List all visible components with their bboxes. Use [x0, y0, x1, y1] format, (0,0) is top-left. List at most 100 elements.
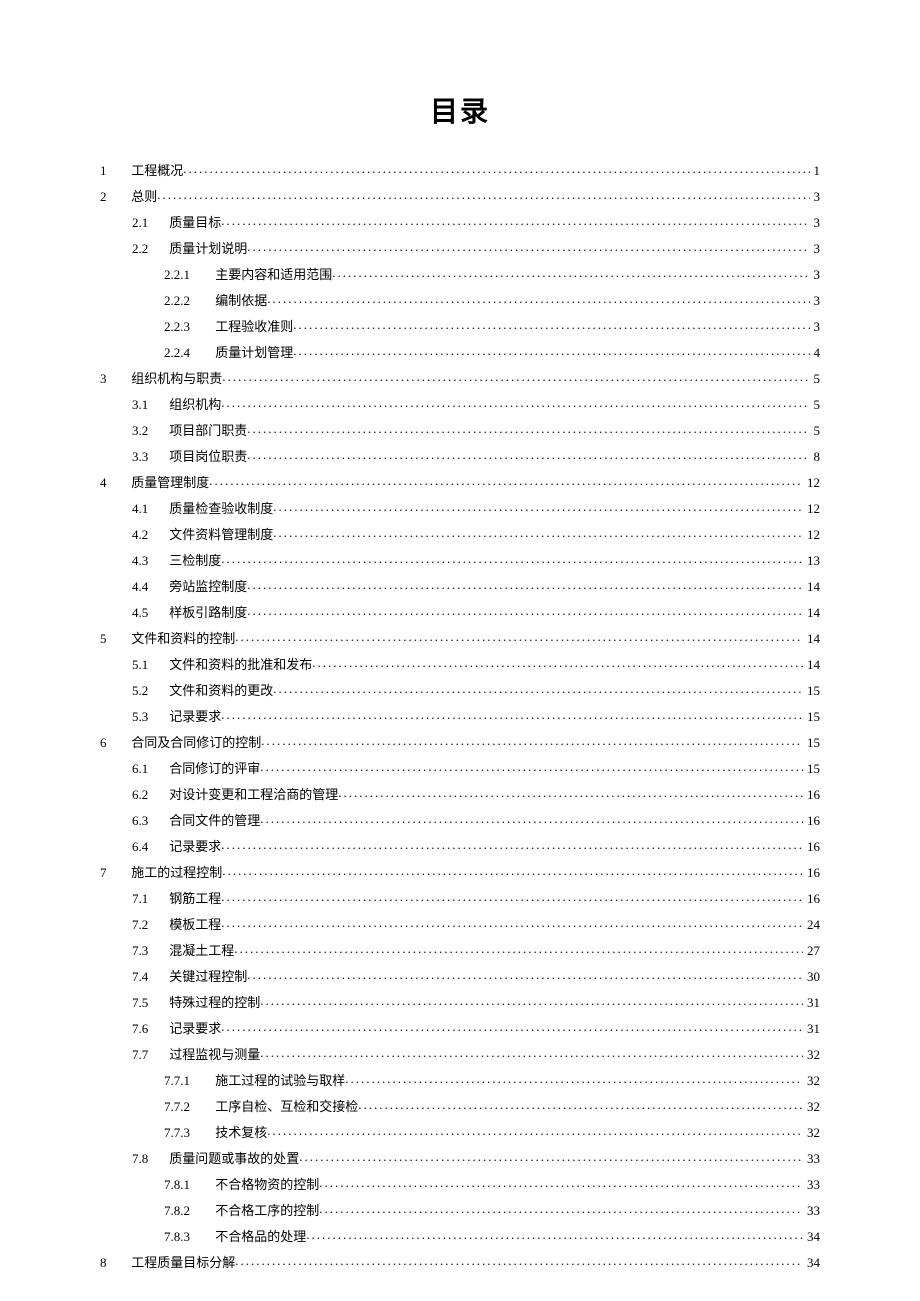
toc-entry-text: 混凝土工程 — [166, 943, 234, 958]
toc-entry-label: 5.1 文件和资料的批准和发布 — [132, 658, 312, 671]
toc-entry-label: 6 合同及合同修订的控制 — [100, 736, 261, 749]
toc-entry-label: 4.3 三检制度 — [132, 554, 221, 567]
toc-entry-text: 组织机构 — [166, 397, 221, 412]
toc-entry-number: 6.2 — [132, 788, 166, 801]
toc-entry-number: 7.7.2 — [164, 1100, 212, 1113]
toc-entry-text: 组织机构与职责 — [128, 371, 222, 386]
document-page: 目录 1 工程概况12 总则32.1 质量目标32.2 质量计划说明32.2.1… — [0, 0, 920, 1301]
toc-entry-page: 15 — [803, 736, 820, 749]
toc-entry: 3.2 项目部门职责5 — [100, 422, 820, 437]
toc-entry-text: 工程验收准则 — [212, 319, 293, 334]
toc-entry-number: 7.1 — [132, 892, 166, 905]
toc-entry: 3.1 组织机构5 — [100, 396, 820, 411]
toc-entry: 4 质量管理制度12 — [100, 474, 820, 489]
toc-entry-number: 7.7.3 — [164, 1126, 212, 1139]
toc-entry-number: 7.8.2 — [164, 1204, 212, 1217]
toc-entry-text: 施工的过程控制 — [128, 865, 222, 880]
toc-entry: 7.8.1 不合格物资的控制33 — [100, 1176, 820, 1191]
toc-leader-dots — [358, 1098, 803, 1111]
toc-entry-page: 33 — [803, 1152, 820, 1165]
toc-entry-page: 3 — [810, 242, 821, 255]
toc-entry-number: 8 — [100, 1256, 128, 1269]
toc-leader-dots — [157, 188, 809, 201]
toc-entry-page: 16 — [803, 814, 820, 827]
toc-entry-text: 记录要求 — [166, 709, 221, 724]
toc-entry-label: 2.2.1 主要内容和适用范围 — [164, 268, 332, 281]
toc-entry-page: 13 — [803, 554, 820, 567]
toc-leader-dots — [247, 448, 809, 461]
toc-entry-number: 2.1 — [132, 216, 166, 229]
toc-entry-label: 7 施工的过程控制 — [100, 866, 222, 879]
toc-leader-dots — [235, 1254, 803, 1267]
toc-entry-label: 4 质量管理制度 — [100, 476, 209, 489]
toc-leader-dots — [260, 994, 803, 1007]
toc-entry-label: 6.2 对设计变更和工程洽商的管理 — [132, 788, 338, 801]
toc-entry-label: 4.4 旁站监控制度 — [132, 580, 247, 593]
toc-entry-text: 主要内容和适用范围 — [212, 267, 332, 282]
toc-leader-dots — [273, 682, 803, 695]
toc-entry-text: 质量问题或事故的处置 — [166, 1151, 299, 1166]
toc-entry-label: 8 工程质量目标分解 — [100, 1256, 235, 1269]
toc-title: 目录 — [100, 90, 820, 130]
toc-entry: 7.3 混凝土工程 27 — [100, 942, 820, 957]
toc-entry: 2.2.2 编制依据 3 — [100, 292, 820, 307]
toc-entry: 3.3 项目岗位职责8 — [100, 448, 820, 463]
toc-entry: 8 工程质量目标分解34 — [100, 1254, 820, 1269]
toc-leader-dots — [260, 760, 803, 773]
toc-entry-page: 4 — [810, 346, 821, 359]
toc-entry-number: 5 — [100, 632, 128, 645]
toc-entry: 2.2.3 工程验收准则3 — [100, 318, 820, 333]
toc-entry-label: 2.2.4 质量计划管理 — [164, 346, 293, 359]
toc-entry-page: 15 — [803, 710, 820, 723]
toc-entry-label: 2.2.2 编制依据 — [164, 294, 267, 307]
toc-entry-label: 7.2 模板工程 — [132, 918, 221, 931]
toc-entry: 5.2 文件和资料的更改15 — [100, 682, 820, 697]
toc-entry-text: 项目岗位职责 — [166, 449, 247, 464]
toc-entry-page: 32 — [803, 1074, 820, 1087]
toc-entry: 2.2 质量计划说明3 — [100, 240, 820, 255]
toc-entry-page: 33 — [803, 1204, 820, 1217]
toc-entry-page: 32 — [803, 1100, 820, 1113]
toc-entry-page: 27 — [803, 944, 820, 957]
toc-entry-text: 关键过程控制 — [166, 969, 247, 984]
toc-entry-label: 1 工程概况 — [100, 164, 183, 177]
toc-entry-label: 6.1 合同修订的评审 — [132, 762, 260, 775]
toc-entry-page: 34 — [803, 1230, 820, 1243]
toc-entry-text: 对设计变更和工程洽商的管理 — [166, 787, 338, 802]
toc-leader-dots — [247, 604, 803, 617]
toc-leader-dots — [234, 942, 803, 955]
toc-entry-text: 质量计划说明 — [166, 241, 247, 256]
toc-entry-number: 7.3 — [132, 944, 166, 957]
toc-entry-page: 3 — [810, 294, 821, 307]
toc-entry-label: 7.8.2 不合格工序的控制 — [164, 1204, 319, 1217]
toc-entry-label: 2 总则 — [100, 190, 157, 203]
toc-entry-number: 7.4 — [132, 970, 166, 983]
toc-entry-number: 6.3 — [132, 814, 166, 827]
toc-entry-page: 32 — [803, 1048, 820, 1061]
toc-entry-label: 7.8.1 不合格物资的控制 — [164, 1178, 319, 1191]
toc-entry-label: 7.1 钢筋工程 — [132, 892, 221, 905]
toc-leader-dots — [222, 370, 809, 383]
toc-entry-label: 5 文件和资料的控制 — [100, 632, 235, 645]
toc-entry-number: 4 — [100, 476, 128, 489]
toc-entry: 7.7.3 技术复核32 — [100, 1124, 820, 1139]
toc-entry-number: 6 — [100, 736, 128, 749]
toc-entry: 4.3 三检制度 13 — [100, 552, 820, 567]
toc-entry-text: 特殊过程的控制 — [166, 995, 260, 1010]
toc-entry: 5 文件和资料的控制14 — [100, 630, 820, 645]
toc-entry: 4.2 文件资料管理制度12 — [100, 526, 820, 541]
toc-entry-text: 总则 — [128, 189, 157, 204]
toc-entry-text: 合同修订的评审 — [166, 761, 260, 776]
toc-leader-dots — [221, 838, 803, 851]
toc-entry-label: 4.5 样板引路制度 — [132, 606, 247, 619]
toc-leader-dots — [312, 656, 803, 669]
toc-entry-label: 6.3 合同文件的管理 — [132, 814, 260, 827]
toc-entry-page: 14 — [803, 658, 820, 671]
toc-entry-number: 3.2 — [132, 424, 166, 437]
toc-leader-dots — [247, 422, 809, 435]
toc-entry-number: 5.2 — [132, 684, 166, 697]
toc-entry-number: 4.1 — [132, 502, 166, 515]
toc-entry-number: 2 — [100, 190, 128, 203]
toc-entry: 6.2 对设计变更和工程洽商的管理16 — [100, 786, 820, 801]
toc-leader-dots — [247, 240, 809, 253]
